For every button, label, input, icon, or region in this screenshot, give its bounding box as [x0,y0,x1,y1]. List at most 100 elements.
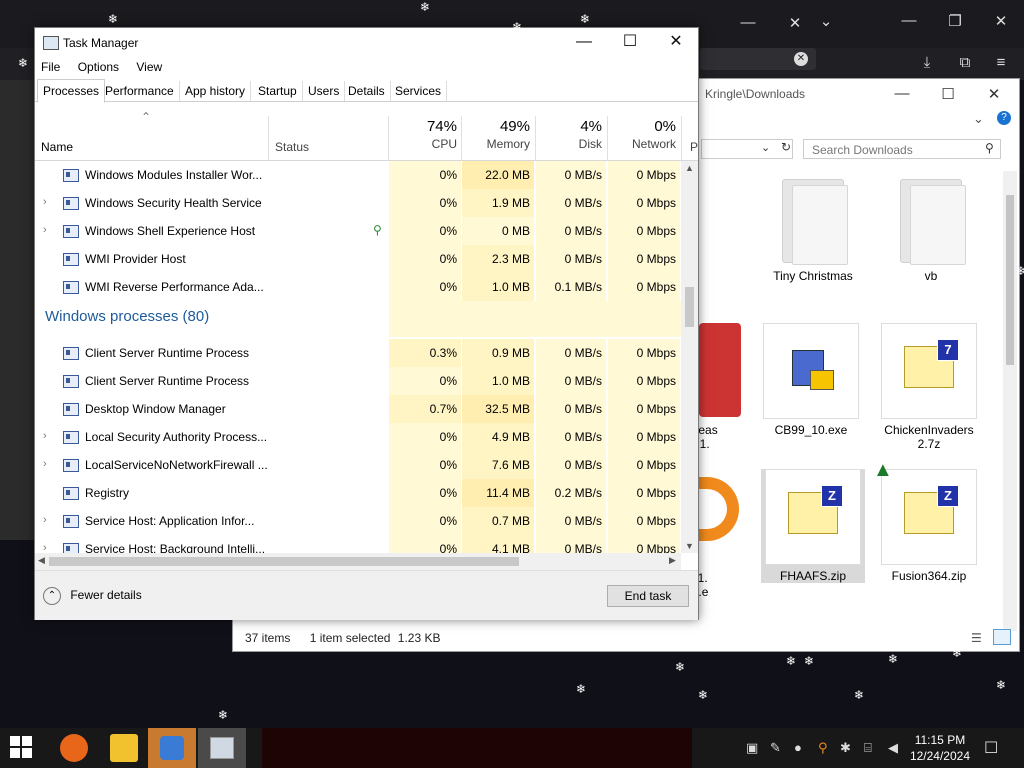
notification-icon[interactable]: ☐ [984,738,998,758]
process-row[interactable]: › Windows Shell Experience Host 0% 0 MB 0 MB… [35,217,681,245]
file-cb99-exe[interactable]: CB99_10.exe [763,323,859,437]
process-row[interactable]: Desktop Window Manager 0.7% 32.5 MB 0 MB/s 0… [35,395,681,423]
firefox-icon[interactable] [60,734,88,762]
windows-start-icon[interactable] [10,736,34,760]
process-name: WMI Provider Host [85,252,186,266]
column-disk[interactable]: 4% Disk [536,102,602,151]
process-cpu-value: 0.3% [429,346,457,360]
process-list-scrollbar[interactable]: ▲ ▼ [681,161,698,553]
process-row[interactable]: WMI Provider Host 0% 2.3 MB 0 MB/s 0 Mbps [35,245,681,273]
expand-chevron-icon[interactable]: › [43,458,47,470]
maximize-icon[interactable]: ☐ [607,28,653,56]
expand-chevron-icon[interactable]: › [43,224,47,236]
expand-chevron-icon[interactable]: › [43,430,47,442]
process-row[interactable]: › LocalServiceNoNetworkFirewall ... 0% 7.6 … [35,451,681,479]
menu-options[interactable]: Options [78,60,119,74]
end-task-button[interactable]: End task [607,585,689,607]
file-fusion364-zip[interactable]: Z Fusion364.zip [881,469,977,583]
help-icon[interactable]: ? [997,111,1011,125]
expand-ribbon-icon[interactable]: ⌄ [973,111,984,127]
details-view-icon[interactable]: ☰ [971,631,982,645]
process-mem-value: 0.7 MB [491,514,530,528]
explorer-minimize-icon[interactable]: — [879,85,925,102]
tab-startup[interactable]: Startup [253,81,303,101]
game-app-thumbnail[interactable] [699,323,741,417]
menu-file[interactable]: File [41,60,60,74]
column-name[interactable]: Name [41,140,73,154]
address-bar[interactable] [701,139,793,159]
tray-app-icon[interactable]: ▣ [746,740,758,756]
clear-search-icon[interactable]: ✕ [794,52,808,66]
taskbar-active-app[interactable] [148,728,196,768]
column-cpu[interactable]: 74% CPU [389,102,457,151]
volume-icon[interactable]: ◀ [888,740,898,756]
bg2-restore-icon[interactable]: ❐ [932,12,978,30]
process-name: Windows Security Health Service [85,196,262,210]
tab-app-history[interactable]: App history [180,81,252,101]
explorer-maximize-icon[interactable]: ☐ [925,85,971,103]
address-dropdown-icon[interactable]: ⌄ [761,141,770,154]
tab-performance[interactable]: Performance [100,81,180,101]
process-row[interactable]: › Service Host: Application Infor... 0% 0.7… [35,507,681,535]
process-row[interactable]: Client Server Runtime Process 0.3% 0.9 MB 0… [35,339,681,367]
column-network[interactable]: 0% Network [608,102,676,151]
search-input[interactable]: Search Downloads [803,139,1001,159]
process-list-hscrollbar[interactable]: ◀ ▶ [35,553,681,570]
column-power-truncated[interactable]: P [690,140,698,154]
process-mem-value: 4.9 MB [491,430,530,444]
explorer-close-icon[interactable]: ✕ [971,85,1017,103]
minimize-icon[interactable]: — [561,28,607,56]
tray-search-icon[interactable]: ⚲ [818,740,828,756]
expand-chevron-icon[interactable]: › [43,514,47,526]
tab-details[interactable]: Details [343,81,391,101]
taskbar: ▣ ✎ ● ⚲ ✱ ⌸ ◀ 11:15 PM 12/24/2024 ☐ [0,728,1024,768]
process-row[interactable]: WMI Reverse Performance Ada... 0% 1.0 MB 0.… [35,273,681,301]
large-icons-view-icon[interactable] [993,629,1011,645]
scroll-up-icon[interactable]: ▲ [685,163,694,173]
scroll-down-icon[interactable]: ▼ [685,541,694,551]
fewer-details-button[interactable]: ⌃ Fewer details [43,587,142,605]
refresh-icon[interactable]: ↻ [781,140,791,154]
process-name: Windows Modules Installer Wor... [85,168,263,182]
tab-processes[interactable]: Processes [37,79,106,103]
bg2-close-icon[interactable]: ✕ [978,12,1024,30]
clock-time: 11:15 PM [914,733,966,747]
process-mem-value: 22.0 MB [485,168,530,182]
expand-chevron-icon[interactable]: › [43,542,47,553]
setup-thumbnail[interactable] [699,477,739,541]
explorer-scrollbar[interactable] [1003,171,1017,631]
scroll-right-icon[interactable]: ▶ [669,555,676,566]
process-row[interactable]: › Local Security Authority Process... 0% 4.… [35,423,681,451]
expand-chevron-icon[interactable]: › [43,196,47,208]
process-row[interactable]: Client Server Runtime Process 0% 1.0 MB 0 M… [35,367,681,395]
tray-paint-icon[interactable]: ✎ [770,740,781,756]
column-memory[interactable]: 49% Memory [462,102,530,151]
group-header-windows-processes[interactable]: Windows processes (80) [45,308,209,325]
bg-chevron-down-icon[interactable]: ⌄ [803,12,849,30]
folder-vb[interactable]: vb [883,175,979,283]
file-chickeninvaders-7z[interactable]: 7 ChickenInvaders 2.7z [881,323,977,451]
breadcrumb[interactable]: Kringle\Downloads [705,87,805,101]
bg-minimize-icon[interactable]: — [725,14,771,31]
system-clock[interactable]: 11:15 PM 12/24/2024 [910,732,970,764]
menu-icon[interactable]: ≡ [978,54,1024,71]
taskbar-task-manager[interactable] [198,728,246,768]
close-icon[interactable]: ✕ [653,28,699,56]
bg2-minimize-icon[interactable]: — [886,12,932,29]
search-icon[interactable]: ⚲ [985,141,994,155]
scroll-left-icon[interactable]: ◀ [38,555,45,566]
process-row[interactable]: › Windows Security Health Service 0% 1.9 MB… [35,189,681,217]
network-icon[interactable]: ⌸ [864,740,872,756]
process-row[interactable]: Windows Modules Installer Wor... 0% 22.0 M… [35,161,681,189]
folder-tiny-christmas[interactable]: Tiny Christmas [765,175,861,283]
tab-services[interactable]: Services [390,81,448,101]
process-row[interactable]: Registry 0% 11.4 MB 0.2 MB/s 0 Mbps [35,479,681,507]
column-status[interactable]: Status [275,140,309,154]
tray-snowflake-icon[interactable]: ✱ [840,740,851,756]
file-fhaafs-zip-selected[interactable]: Z FHAAFS.zip [761,469,865,583]
process-row[interactable]: › Service Host: Background Intelli... 0% 4.… [35,535,681,553]
tab-users[interactable]: Users [303,81,346,101]
tray-drop-icon[interactable]: ● [794,740,802,755]
menu-view[interactable]: View [136,60,162,74]
file-explorer-icon[interactable] [110,734,138,762]
